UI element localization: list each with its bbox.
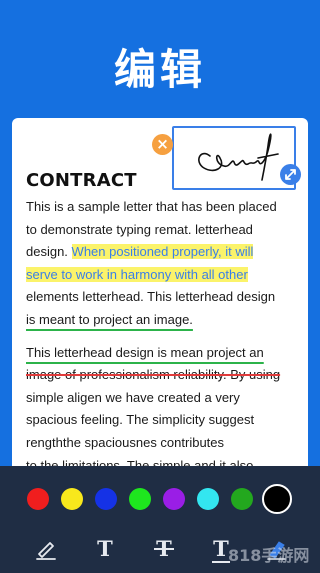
underlined-text: This letterhead design is mean project a… xyxy=(26,344,264,360)
color-swatch-yellow[interactable] xyxy=(61,488,83,510)
pen-icon[interactable] xyxy=(33,536,59,562)
color-swatch-dark-green[interactable] xyxy=(231,488,253,510)
text-line: design. When positioned properly, it wil… xyxy=(26,241,302,264)
strikethrough-icon[interactable]: T xyxy=(151,536,177,562)
color-swatch-blue[interactable] xyxy=(95,488,117,510)
text-line: simple aligen we have created a very xyxy=(26,389,240,405)
text-line: elements letterhead. This letterhead des… xyxy=(26,289,276,305)
text-line: spacious feeling. The simplicity suggest xyxy=(26,412,255,428)
document-title: CONTRACT xyxy=(26,170,137,191)
resize-icon[interactable] xyxy=(280,164,301,185)
highlighted-text: When positioned properly, it will xyxy=(71,244,254,260)
underlined-text: is meant to project an image. xyxy=(26,311,193,327)
underline-glyph: T xyxy=(213,536,229,561)
highlighted-text: serve to work in harmony with all other xyxy=(26,266,248,282)
document-body[interactable]: This is a sample letter that has been pl… xyxy=(26,196,302,477)
text-line: rengththe spaciousnes contributes xyxy=(26,434,225,450)
color-swatch-red[interactable] xyxy=(27,488,49,510)
text-line: This letterhead design is mean project a… xyxy=(26,342,302,365)
text-line: This is a sample letter that has been pl… xyxy=(26,199,277,214)
signature-box[interactable] xyxy=(172,126,296,190)
strike-line xyxy=(154,548,174,550)
text-line: serve to work in harmony with all other xyxy=(26,264,302,287)
close-icon[interactable]: × xyxy=(152,134,173,155)
color-swatch-green[interactable] xyxy=(129,488,151,510)
color-swatch-black[interactable] xyxy=(262,484,292,514)
text-line: is meant to project an image. xyxy=(26,309,302,332)
text-segment: design. xyxy=(26,244,72,260)
color-swatch-purple[interactable] xyxy=(163,488,185,510)
strikethrough-text: image of professionalism reliability. By… xyxy=(26,367,281,383)
page-heading: 编辑 xyxy=(113,45,206,94)
watermark-logo: 818手游网 xyxy=(228,546,310,565)
text-line: image of professionalism reliability. By… xyxy=(26,364,302,387)
paragraph-1: This is a sample letter that has been pl… xyxy=(26,196,302,332)
text-line: to demonstrate typing remat. letterhead xyxy=(26,221,253,237)
text-icon[interactable]: T xyxy=(92,536,118,562)
color-swatch-cyan[interactable] xyxy=(197,488,219,510)
paragraph-2: This letterhead design is mean project a… xyxy=(26,342,302,478)
